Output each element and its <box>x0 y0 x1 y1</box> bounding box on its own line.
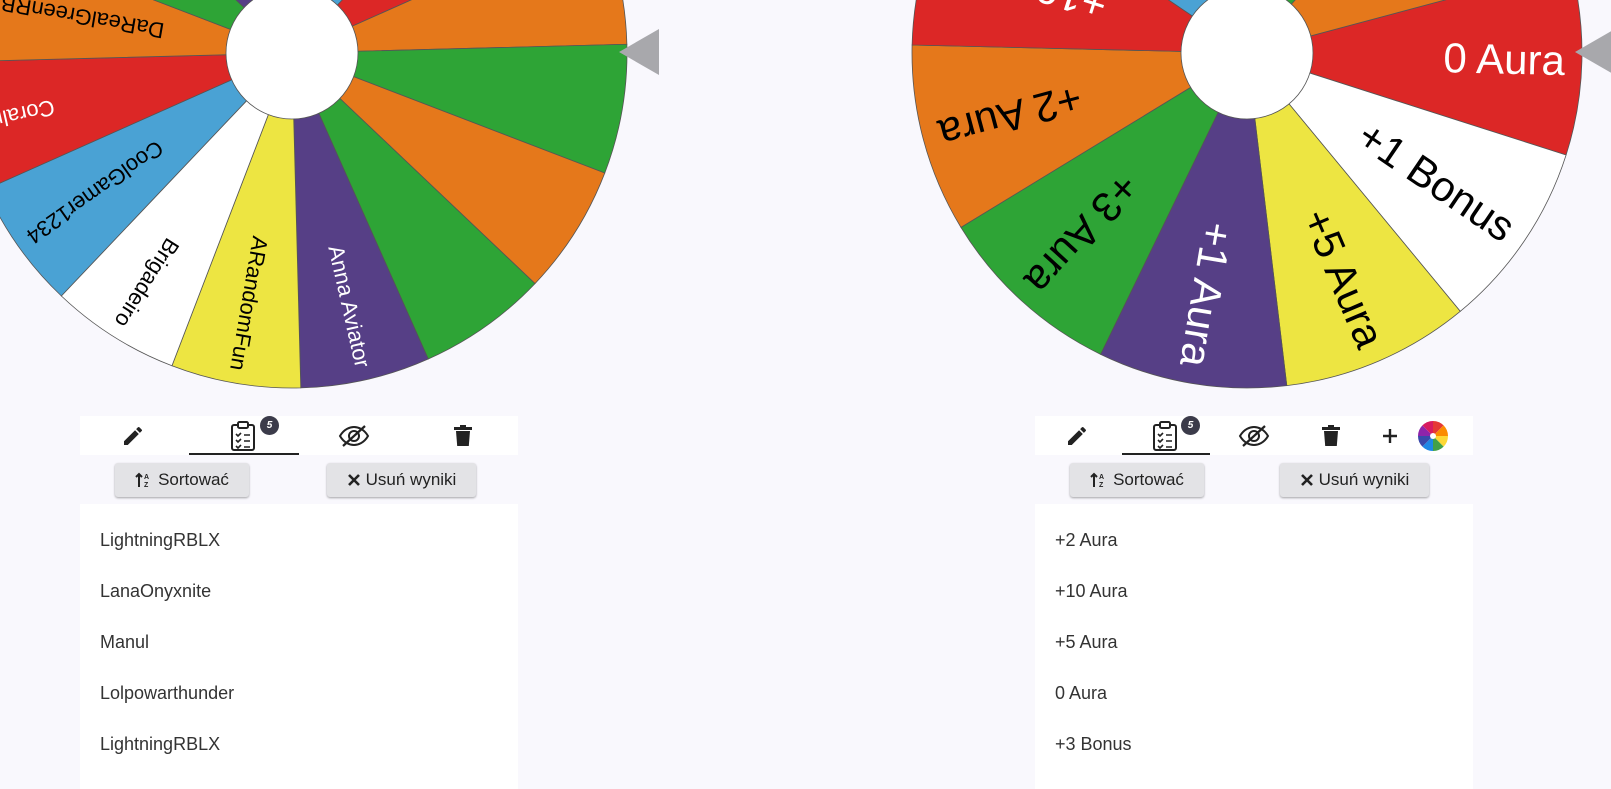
delete-trash-icon[interactable] <box>433 416 493 455</box>
active-tab-indicator <box>189 453 299 455</box>
hide-eye-slash-icon[interactable] <box>324 416 384 455</box>
color-wheel-center <box>1430 432 1436 439</box>
sort-button[interactable]: A Z Sortować <box>1070 463 1204 497</box>
result-item: +3 Bonus <box>1055 734 1132 754</box>
wheel-segment-label: 0 Aura <box>1443 34 1566 84</box>
clear-results-button[interactable]: Usuń wyniki <box>327 463 476 497</box>
svg-text:Z: Z <box>144 482 149 489</box>
clear-results-label: Usuń wyniki <box>1318 470 1410 489</box>
edit-pencil-icon[interactable] <box>103 416 163 455</box>
svg-text:A: A <box>1099 474 1104 481</box>
wheel-pointer-icon <box>619 29 659 75</box>
clear-results-label: Usuń wyniki <box>365 470 457 489</box>
spinning-wheel[interactable]: CoolGamer1234CoralrefDaRealGreenRBLXEdit… <box>0 0 805 400</box>
result-item: Manul <box>100 632 150 652</box>
results-list: +2 Aura +10 Aura +5 Aura 0 Aura +3 Bonus <box>1035 504 1473 789</box>
toolbar: 5 <box>1035 416 1473 455</box>
close-x-icon <box>1300 474 1313 486</box>
result-item: +10 Aura <box>1055 581 1128 601</box>
wheel-pointer-icon <box>1575 31 1611 73</box>
left-wheel-panel: CoolGamer1234CoralrefDaRealGreenRBLXEdit… <box>0 0 805 789</box>
delete-trash-icon[interactable] <box>1301 416 1361 455</box>
sort-button-label: Sortować <box>1113 470 1184 489</box>
result-item: LightningRBLX <box>100 530 221 550</box>
result-item: +5 Aura <box>1055 632 1118 652</box>
right-wheel-panel: 0 Aura +1 Bonus +5 Aura +1 Aura +3 Aura +2 Au… <box>805 0 1611 789</box>
result-item: 0 Aura <box>1055 683 1108 703</box>
color-wheel-icon[interactable] <box>1413 416 1453 455</box>
results-count-badge: 5 <box>260 416 279 435</box>
result-item: +2 Aura <box>1055 530 1118 550</box>
sort-button-label: Sortować <box>158 470 229 489</box>
active-tab-indicator <box>1122 453 1210 455</box>
svg-text:Z: Z <box>1099 482 1104 489</box>
close-x-icon <box>347 474 360 486</box>
result-item: LightningRBLX <box>100 734 221 754</box>
sort-button[interactable]: A Z Sortować <box>115 463 249 497</box>
results-list: LightningRBLX LanaOnyxnite Manul Lolpowa… <box>80 504 518 789</box>
clear-results-button[interactable]: Usuń wyniki <box>1280 463 1429 497</box>
hide-eye-slash-icon[interactable] <box>1224 416 1284 455</box>
svg-text:A: A <box>144 474 149 481</box>
results-count-badge: 5 <box>1181 416 1200 435</box>
spinning-wheel[interactable]: 0 Aura+1 Bonus+5 Aura+1 Aura+3 Aura+2 Au… <box>805 0 1611 400</box>
result-item: LanaOnyxnite <box>100 581 212 601</box>
toolbar: 5 <box>80 416 518 455</box>
sort-az-icon: A Z <box>1090 472 1104 489</box>
sort-az-icon: A Z <box>135 472 149 489</box>
edit-pencil-icon[interactable] <box>1047 416 1107 455</box>
add-plus-icon[interactable] <box>1370 416 1410 455</box>
result-item: Lolpowarthunder <box>100 683 235 703</box>
